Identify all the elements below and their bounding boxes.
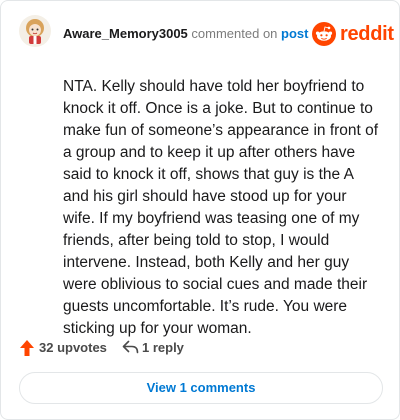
comment-actions: 32 upvotes 1 reply <box>19 338 379 358</box>
upvote-arrow-icon <box>20 340 34 356</box>
reply-arrow-icon <box>122 340 139 354</box>
view-comments-button[interactable]: View 1 comments <box>19 372 383 404</box>
comment-card: Aware_Memory3005 commented on post reddi… <box>0 0 400 420</box>
post-link[interactable]: post <box>281 26 308 41</box>
comment-body: NTA. Kelly should have told her boyfrien… <box>63 78 379 337</box>
upvote-count: 32 upvotes <box>39 340 107 355</box>
reddit-wordmark: reddit <box>340 23 394 45</box>
user-avatar[interactable] <box>19 15 51 47</box>
comment-meta: Aware_Memory3005 commented on post <box>63 27 309 41</box>
reply-count: 1 reply <box>142 340 184 355</box>
reddit-brand[interactable]: reddit <box>312 22 394 46</box>
commented-on-label: commented on <box>191 26 278 41</box>
comment-header: Aware_Memory3005 commented on post reddi… <box>1 1 399 61</box>
reddit-logo-icon <box>312 22 336 46</box>
username[interactable]: Aware_Memory3005 <box>63 26 188 41</box>
